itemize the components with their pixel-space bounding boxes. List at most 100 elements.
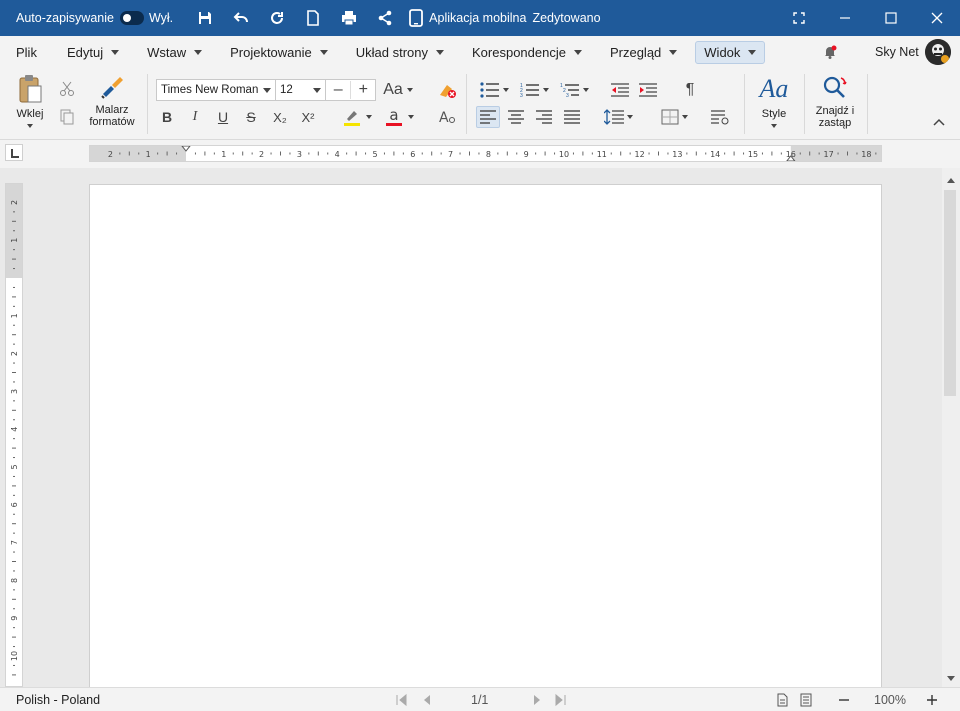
- previous-page-icon[interactable]: [420, 693, 434, 707]
- increase-font-icon[interactable]: +: [350, 81, 375, 99]
- web-layout-icon[interactable]: [799, 693, 813, 707]
- redo-button[interactable]: [259, 0, 295, 36]
- ribbon-separator: [744, 74, 745, 134]
- avatar[interactable]: [925, 39, 951, 65]
- copy-button[interactable]: [56, 106, 78, 128]
- align-center-button[interactable]: [504, 106, 528, 128]
- ruler-tick-label: 15: [748, 150, 758, 159]
- close-button[interactable]: [914, 0, 960, 36]
- highlight-button[interactable]: [338, 106, 376, 128]
- mobile-app-button[interactable]: Aplikacja mobilna: [409, 9, 526, 27]
- align-left-button[interactable]: [476, 106, 500, 128]
- clear-formatting-button[interactable]: [435, 79, 459, 101]
- avatar-image: [925, 39, 951, 65]
- minimize-button[interactable]: [822, 0, 868, 36]
- collapse-ribbon-button[interactable]: [928, 114, 950, 130]
- zoom-out-icon[interactable]: [837, 693, 851, 707]
- ruler-tick-label: 1: [221, 150, 226, 159]
- ruler-tick-label: 9: [524, 150, 529, 159]
- superscript-button[interactable]: X²: [296, 106, 320, 128]
- menu-file[interactable]: Plik: [8, 42, 45, 63]
- character-style-button[interactable]: A: [435, 106, 459, 128]
- menu-insert[interactable]: Wstaw: [139, 42, 210, 63]
- next-page-icon[interactable]: [530, 693, 544, 707]
- find-replace-label-1: Znajdź i: [815, 105, 855, 117]
- vertical-ruler[interactable]: 2 1 1 2 3 4 5 6 7 8 9 10: [5, 183, 23, 687]
- maximize-button[interactable]: [868, 0, 914, 36]
- subscript-button[interactable]: X₂: [268, 106, 292, 128]
- autosave-toggle[interactable]: [119, 11, 144, 25]
- zoom-in-icon[interactable]: [925, 693, 939, 707]
- scrollbar-thumb[interactable]: [944, 190, 956, 396]
- align-right-button[interactable]: [532, 106, 556, 128]
- page-indicator[interactable]: 1/1: [471, 693, 488, 707]
- menu-view[interactable]: Widok: [695, 40, 766, 64]
- decrease-font-icon[interactable]: –: [326, 81, 350, 99]
- bullet-list-button[interactable]: [476, 79, 512, 101]
- document-page[interactable]: [89, 184, 882, 687]
- line-spacing-button[interactable]: [600, 106, 636, 128]
- menu-layout[interactable]: Układ strony: [348, 42, 452, 63]
- styles-button[interactable]: Aa Style: [752, 74, 796, 136]
- chevron-up-icon: [933, 118, 945, 126]
- styles-icon: Aa: [759, 74, 789, 103]
- italic-glyph: I: [192, 109, 198, 124]
- justify-button[interactable]: [560, 106, 584, 128]
- print-layout-icon[interactable]: [775, 693, 789, 707]
- borders-button[interactable]: [656, 106, 692, 128]
- show-formatting-button[interactable]: ¶: [678, 79, 702, 101]
- first-page-icon[interactable]: [395, 693, 409, 707]
- change-case-button[interactable]: Aa: [380, 79, 416, 101]
- italic-button[interactable]: I: [184, 106, 206, 128]
- zoom-level[interactable]: 100%: [874, 693, 906, 707]
- scroll-up-icon[interactable]: [947, 178, 955, 183]
- horizontal-ruler[interactable]: 2 1 1 2 3 4 5 6 7 8 9 10 11 12 13 14 15 16 17 18: [89, 145, 882, 162]
- paragraph-settings-button[interactable]: [708, 106, 732, 128]
- find-replace-button[interactable]: Znajdź i zastąp: [810, 74, 860, 136]
- save-button[interactable]: [187, 0, 223, 36]
- paragraph-settings-icon: [711, 110, 729, 125]
- strikethrough-glyph: S: [246, 109, 256, 125]
- svg-text:A: A: [439, 110, 449, 126]
- change-case-glyph: Aa: [383, 81, 403, 98]
- pilcrow-icon: ¶: [685, 81, 695, 98]
- scroll-down-icon[interactable]: [947, 676, 955, 681]
- fullscreen-button[interactable]: [776, 0, 822, 36]
- menu-mailings[interactable]: Korespondencje: [464, 42, 590, 63]
- notification-bell-icon[interactable]: [822, 44, 838, 60]
- close-icon: [931, 12, 943, 24]
- format-painter-button[interactable]: Malarz formatów: [86, 74, 138, 136]
- font-color-button[interactable]: a: [380, 106, 418, 128]
- last-page-icon[interactable]: [553, 693, 567, 707]
- print-button[interactable]: [331, 0, 367, 36]
- multilevel-list-button[interactable]: 123: [556, 79, 592, 101]
- menu-edit[interactable]: Edytuj: [59, 42, 127, 63]
- tab-stop-selector[interactable]: [5, 144, 23, 161]
- font-size-stepper[interactable]: – +: [325, 79, 376, 101]
- strikethrough-button[interactable]: S: [240, 106, 262, 128]
- user-name[interactable]: Sky Net: [875, 45, 919, 59]
- undo-button[interactable]: [223, 0, 259, 36]
- paste-button[interactable]: Wklej: [10, 74, 50, 136]
- share-button[interactable]: [367, 0, 403, 36]
- font-size-combo[interactable]: 12: [275, 79, 326, 101]
- decrease-indent-button[interactable]: [608, 79, 632, 101]
- menu-design[interactable]: Projektowanie: [222, 42, 336, 63]
- new-document-button[interactable]: [295, 0, 331, 36]
- font-name-combo[interactable]: Times New Roman: [156, 79, 276, 101]
- autosave-control[interactable]: Auto-zapisywanie Wył.: [16, 11, 173, 25]
- cut-button[interactable]: [56, 78, 78, 100]
- title-bar: Auto-zapisywanie Wył. Aplikacja mobilna …: [0, 0, 960, 36]
- ruler-tick-label: 1: [10, 313, 19, 318]
- increase-indent-button[interactable]: [636, 79, 660, 101]
- numbered-list-button[interactable]: 123: [516, 79, 552, 101]
- vertical-scrollbar[interactable]: [942, 168, 960, 687]
- underline-button[interactable]: U: [212, 106, 234, 128]
- ruler-tick-label: 10: [10, 651, 19, 661]
- horizontal-ruler-scale: 2 1 1 2 3 4 5 6 7 8 9 10 11 12 13 14 15 16 17 18: [90, 146, 881, 161]
- menu-bar: Plik Edytuj Wstaw Projektowanie Układ st…: [0, 36, 960, 68]
- language-indicator[interactable]: Polish - Poland: [16, 693, 100, 707]
- bold-button[interactable]: B: [156, 106, 178, 128]
- find-replace-label-2: zastąp: [818, 117, 852, 129]
- menu-review[interactable]: Przegląd: [602, 42, 685, 63]
